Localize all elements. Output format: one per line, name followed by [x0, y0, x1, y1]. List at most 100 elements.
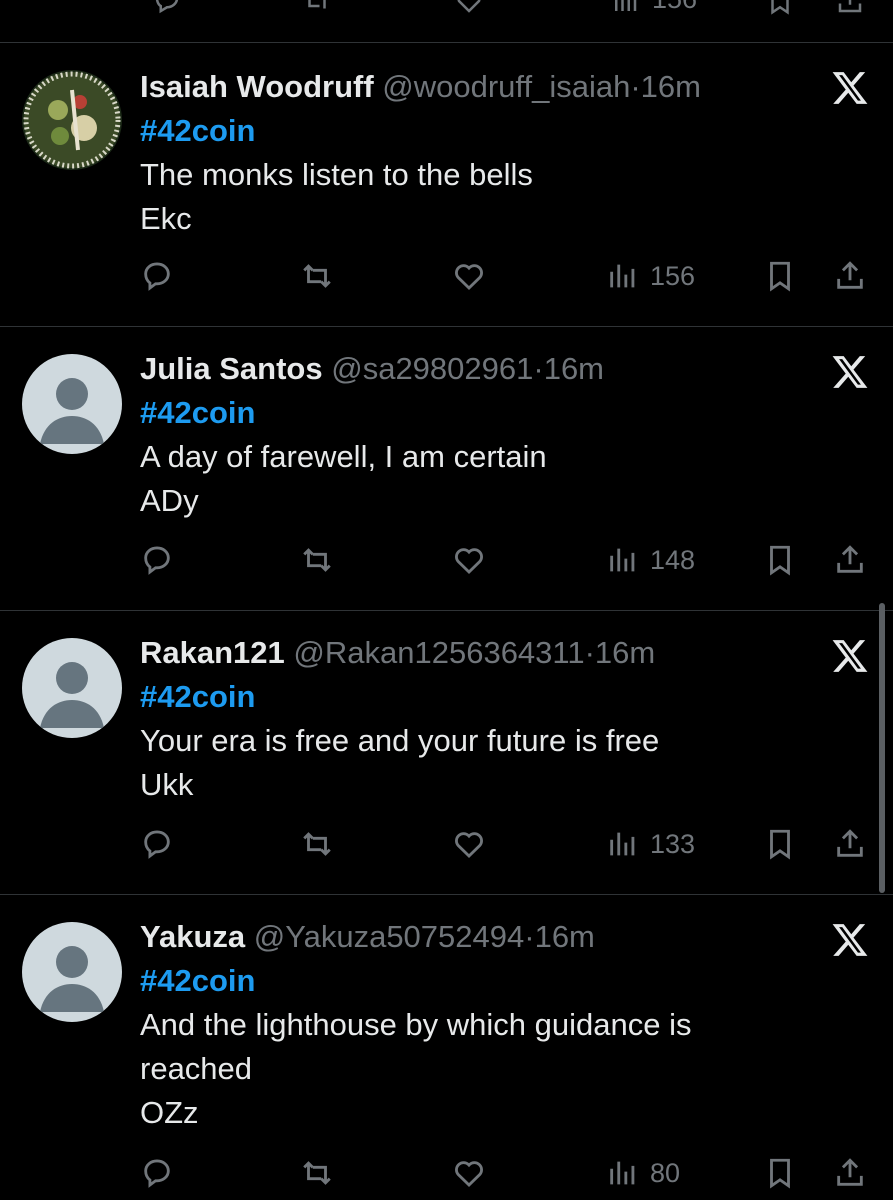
tweet-text-line: reached	[140, 1051, 253, 1086]
reply-button[interactable]	[140, 819, 174, 869]
tweet-text-line: ADy	[140, 483, 199, 518]
tweet[interactable]: Yakuza @Yakuza50752494·16m #42coin And t…	[0, 895, 893, 1200]
avatar[interactable]	[22, 354, 122, 454]
tweet-text-line: Ukk	[140, 767, 194, 802]
tweet-header: Yakuza @Yakuza50752494·16m	[140, 915, 773, 959]
reply-button[interactable]	[140, 1148, 174, 1198]
hashtag-link[interactable]: #42coin	[140, 109, 773, 153]
heart-icon	[455, 548, 483, 575]
bookmark-icon	[770, 1158, 790, 1189]
retweet-icon	[303, 1161, 331, 1185]
share-button[interactable]	[833, 1148, 867, 1198]
views-icon	[610, 832, 635, 856]
views-icon[interactable]	[608, 0, 642, 16]
like-button[interactable]	[452, 251, 486, 301]
reply-icon	[144, 830, 170, 859]
bookmark-button[interactable]	[763, 1148, 797, 1198]
scrollbar[interactable]	[879, 603, 885, 893]
tweet-text-line: The monks listen to the bells	[140, 157, 533, 192]
retweet-icon[interactable]	[300, 0, 334, 16]
bookmark-icon[interactable]	[763, 0, 797, 16]
reply-icon	[144, 262, 170, 291]
avatar[interactable]	[22, 638, 122, 738]
x-logo-icon	[832, 640, 868, 672]
bookmark-button[interactable]	[763, 535, 797, 585]
reply-icon	[144, 1159, 170, 1188]
share-icon	[837, 1158, 863, 1186]
share-button[interactable]	[833, 535, 867, 585]
retweet-button[interactable]	[300, 1148, 334, 1198]
previous-tweet-actions: 156	[0, 0, 893, 43]
like-button[interactable]	[452, 535, 486, 585]
share-button[interactable]	[833, 819, 867, 869]
views-count: 156	[650, 260, 696, 291]
share-icon	[837, 261, 863, 289]
like-button[interactable]	[452, 819, 486, 869]
avatar[interactable]	[22, 70, 122, 170]
tweet-header: Isaiah Woodruff @woodruff_isaiah·16m	[140, 65, 773, 109]
retweet-button[interactable]	[300, 251, 334, 301]
bookmark-button[interactable]	[763, 819, 797, 869]
tweet-actions: 148	[0, 535, 893, 585]
reply-button[interactable]	[140, 251, 174, 301]
user-handle[interactable]: @Rakan1256364311	[293, 635, 584, 670]
reply-icon[interactable]	[150, 0, 184, 16]
retweet-button[interactable]	[300, 535, 334, 585]
tweet-actions: 133	[0, 819, 893, 869]
retweet-button[interactable]	[300, 819, 334, 869]
heart-icon	[455, 1161, 483, 1188]
hashtag-link[interactable]: #42coin	[140, 675, 773, 719]
views-count: 148	[650, 544, 696, 575]
heart-icon	[455, 832, 483, 859]
x-logo-icon	[832, 356, 868, 388]
tweet[interactable]: Isaiah Woodruff @woodruff_isaiah·16m #42…	[0, 43, 893, 327]
bookmark-icon	[770, 261, 790, 292]
tweet[interactable]: Rakan121 @Rakan1256364311·16m #42coin Yo…	[0, 611, 893, 895]
reply-button[interactable]	[140, 535, 174, 585]
x-logo-icon	[832, 924, 868, 956]
share-button[interactable]	[833, 251, 867, 301]
display-name[interactable]: Rakan121	[140, 635, 285, 670]
bookmark-button[interactable]	[763, 251, 797, 301]
tweet-text-line: Your era is free and your future is free	[140, 723, 660, 758]
display-name[interactable]: Isaiah Woodruff	[140, 69, 374, 104]
tweet[interactable]: Julia Santos @sa29802961·16m #42coin A d…	[0, 327, 893, 611]
views-button[interactable]: 148	[606, 535, 695, 585]
separator-dot: ·	[533, 351, 544, 386]
bookmark-icon	[770, 829, 790, 860]
tweet-header: Julia Santos @sa29802961·16m	[140, 347, 773, 391]
views-icon	[610, 548, 635, 572]
user-handle[interactable]: @Yakuza50752494	[254, 919, 525, 954]
like-button[interactable]	[452, 1148, 486, 1198]
reply-icon	[144, 546, 170, 575]
views-button[interactable]: 133	[606, 819, 695, 869]
tweet-header: Rakan121 @Rakan1256364311·16m	[140, 631, 773, 675]
heart-icon[interactable]	[452, 0, 486, 16]
views-count: 133	[650, 828, 696, 859]
display-name[interactable]: Yakuza	[140, 919, 245, 954]
display-name[interactable]: Julia Santos	[140, 351, 323, 386]
timestamp[interactable]: 16m	[641, 69, 701, 104]
tweet-actions: 80	[0, 1148, 893, 1198]
separator-dot: ·	[630, 69, 641, 104]
retweet-icon	[303, 548, 331, 572]
bookmark-icon	[770, 545, 790, 576]
share-icon	[837, 545, 863, 573]
previous-views-count: 156	[652, 0, 697, 15]
retweet-icon	[303, 832, 331, 856]
tweet-text-line: OZz	[140, 1095, 199, 1130]
views-button[interactable]: 80	[606, 1148, 680, 1198]
views-button[interactable]: 156	[606, 251, 695, 301]
avatar[interactable]	[22, 922, 122, 1022]
tweet-text-line: A day of farewell, I am certain	[140, 439, 547, 474]
share-icon[interactable]	[833, 0, 867, 16]
timestamp[interactable]: 16m	[535, 919, 595, 954]
user-handle[interactable]: @woodruff_isaiah	[382, 69, 630, 104]
tweet-text-line: And the lighthouse by which guidance is	[140, 1007, 692, 1042]
views-icon	[610, 1161, 635, 1185]
timestamp[interactable]: 16m	[595, 635, 655, 670]
hashtag-link[interactable]: #42coin	[140, 959, 773, 1003]
user-handle[interactable]: @sa29802961	[331, 351, 533, 386]
timestamp[interactable]: 16m	[544, 351, 604, 386]
hashtag-link[interactable]: #42coin	[140, 391, 773, 435]
